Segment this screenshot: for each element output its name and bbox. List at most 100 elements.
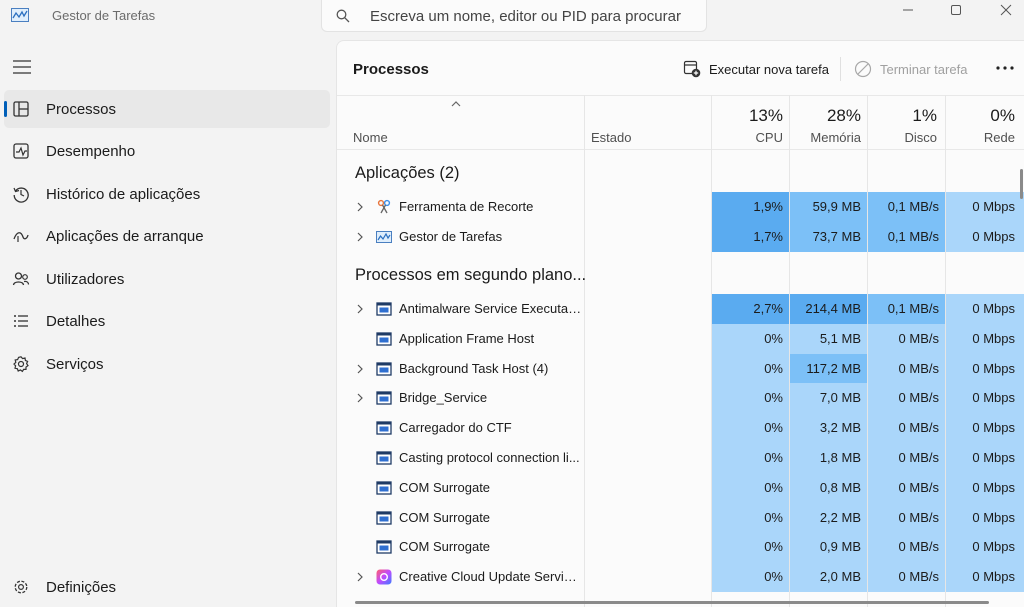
process-name: Antimalware Service Executable (399, 301, 583, 316)
run-new-task-button[interactable]: Executar nova tarefa (683, 58, 829, 80)
column-header-disk[interactable]: Disco (868, 130, 937, 145)
end-task-button[interactable]: Terminar tarefa (854, 58, 967, 80)
search-icon (336, 9, 350, 23)
vertical-scrollbar[interactable] (1020, 169, 1023, 199)
cpu-cell: 1,7% (712, 222, 789, 252)
performance-icon (13, 143, 29, 159)
process-name: COM Surrogate (399, 539, 491, 555)
network-cell: 0 Mbps (946, 562, 1024, 593)
cpu-cell: 0% (712, 562, 789, 593)
minimize-button[interactable] (898, 2, 918, 18)
cpu-total-percent: 13% (748, 106, 783, 125)
cpu-cell: 0% (712, 383, 789, 414)
disk-cell: 0 MB/s (868, 502, 945, 533)
process-row[interactable]: Application Frame Host 0% 5,1 MB 0 MB/s 0 Mb… (337, 323, 1024, 354)
sidebar-item-processos[interactable]: Processos (4, 90, 330, 128)
sidebar-item-historico[interactable]: Histórico de aplicações (4, 175, 330, 213)
snipping-tool-icon (377, 199, 391, 214)
group-header-apps: Aplicações (2) (355, 164, 460, 182)
cpu-cell: 0% (712, 323, 789, 354)
memory-total-percent: 28% (826, 106, 861, 125)
sidebar-item-label: Definições (46, 579, 117, 596)
search-input[interactable]: Escreva um nome, editor ou PID para proc… (321, 0, 707, 32)
sidebar-item-detalhes[interactable]: Detalhes (4, 302, 330, 340)
startup-icon (13, 232, 29, 242)
process-row[interactable]: Antimalware Service Executable 2,7% 214,4 … (337, 294, 1024, 324)
chevron-right-icon[interactable] (356, 364, 364, 374)
process-window-icon (376, 451, 392, 465)
users-icon (12, 272, 30, 286)
sidebar-item-definicoes[interactable]: Definições (4, 568, 330, 606)
sidebar-item-utilizadores[interactable]: Utilizadores (4, 260, 330, 298)
process-window-icon (376, 391, 392, 406)
process-name: Creative Cloud Update Service... (399, 569, 583, 585)
column-header-memory[interactable]: Memória (790, 130, 861, 145)
sidebar-item-servicos[interactable]: Serviços (4, 345, 330, 383)
process-row[interactable]: Ferramenta de Recorte 1,9% 59,9 MB 0,1 MB/s… (337, 192, 1024, 222)
app-title: Gestor de Tarefas (52, 8, 156, 23)
process-window-icon (376, 421, 392, 435)
close-icon (1000, 4, 1012, 16)
process-window-icon (376, 302, 392, 316)
process-name: Ferramenta de Recorte (399, 199, 534, 214)
cpu-cell: 0% (712, 413, 789, 444)
cpu-cell: 0% (712, 532, 789, 563)
chevron-right-icon[interactable] (356, 202, 364, 212)
sidebar-item-desempenho[interactable]: Desempenho (4, 132, 330, 170)
network-cell: 0 Mbps (946, 192, 1024, 222)
memory-cell: 59,9 MB (790, 192, 867, 222)
disk-cell: 0 MB/s (868, 353, 945, 384)
network-cell: 0 Mbps (946, 532, 1024, 563)
column-header-status[interactable]: Estado (591, 130, 631, 145)
close-button[interactable] (996, 2, 1016, 18)
memory-cell: 2,0 MB (790, 562, 867, 593)
hamburger-menu-icon[interactable] (13, 60, 31, 74)
toolbar-divider (840, 57, 841, 81)
disk-cell: 0 MB/s (868, 443, 945, 473)
process-row[interactable]: COM Surrogate 0% 0,8 MB 0 MB/s 0 Mbps (337, 472, 1024, 503)
sidebar-item-label: Serviços (46, 356, 104, 373)
process-row[interactable]: COM Surrogate 0% 0,9 MB 0 MB/s 0 Mbps (337, 532, 1024, 563)
memory-cell: 3,2 MB (790, 413, 867, 444)
sort-ascending-icon[interactable] (450, 100, 462, 108)
cpu-cell: 2,7% (712, 294, 789, 324)
memory-cell: 73,7 MB (790, 222, 867, 252)
more-options-icon[interactable] (994, 58, 1016, 78)
column-header-network[interactable]: Rede (946, 130, 1015, 145)
process-row[interactable]: Gestor de Tarefas 1,7% 73,7 MB 0,1 MB/s 0 Mb… (337, 222, 1024, 252)
process-row[interactable]: Carregador do CTF 0% 3,2 MB 0 MB/s 0 Mbps (337, 413, 1024, 444)
process-row[interactable]: Casting protocol connection li... 0% 1,8 M… (337, 443, 1024, 473)
disk-cell: 0 MB/s (868, 472, 945, 503)
process-row[interactable]: Creative Cloud Update Service... 0% 2,0 MB… (337, 562, 1024, 593)
network-cell: 0 Mbps (946, 294, 1024, 324)
maximize-button[interactable] (946, 2, 966, 18)
process-window-icon (376, 361, 392, 376)
process-name: COM Surrogate (399, 509, 491, 525)
disk-cell: 0,1 MB/s (868, 294, 945, 324)
sidebar-item-arranque[interactable]: Aplicações de arranque (4, 217, 330, 255)
sidebar-item-label: Histórico de aplicações (46, 186, 201, 203)
chevron-right-icon[interactable] (356, 304, 364, 314)
chevron-right-icon[interactable] (356, 393, 364, 403)
column-header-cpu[interactable]: CPU (712, 130, 783, 145)
memory-cell: 214,4 MB (790, 294, 867, 324)
process-row[interactable]: Background Task Host (4) 0% 117,2 MB 0 MB/s… (337, 353, 1024, 384)
process-name: Casting protocol connection li... (399, 450, 580, 465)
cpu-cell: 0% (712, 502, 789, 533)
horizontal-scrollbar[interactable] (355, 601, 989, 604)
network-cell: 0 Mbps (946, 413, 1024, 444)
process-row[interactable]: Bridge_Service 0% 7,0 MB 0 MB/s 0 Mbps (337, 383, 1024, 414)
task-manager-icon (376, 231, 392, 243)
creative-cloud-icon (376, 569, 392, 585)
process-row[interactable]: COM Surrogate 0% 2,2 MB 0 MB/s 0 Mbps (337, 502, 1024, 533)
cpu-cell: 0% (712, 472, 789, 503)
memory-cell: 2,2 MB (790, 502, 867, 533)
disk-total-percent: 1% (912, 106, 937, 125)
column-header-name[interactable]: Nome (353, 130, 388, 145)
memory-cell: 7,0 MB (790, 383, 867, 414)
disk-cell: 0,1 MB/s (868, 222, 945, 252)
chevron-right-icon[interactable] (356, 572, 364, 582)
chevron-right-icon[interactable] (356, 232, 364, 242)
cpu-cell: 0% (712, 443, 789, 473)
process-name: Carregador do CTF (399, 420, 512, 436)
